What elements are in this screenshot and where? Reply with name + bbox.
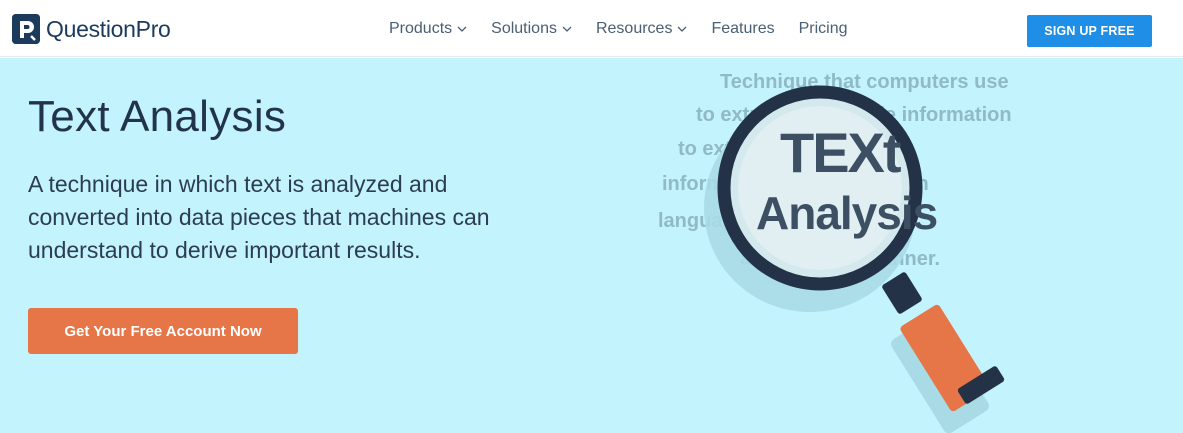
nav-item-label: Solutions	[491, 19, 557, 37]
nav-item-label: Resources	[595, 19, 673, 37]
top-navbar: QuestionPro Products Solutions Resources…	[0, 0, 1183, 57]
chevron-down-icon	[677, 26, 687, 32]
hero-description: A technique in which text is analyzed an…	[28, 171, 490, 263]
nav-item-label: Products	[389, 19, 453, 37]
nav-item-products[interactable]: Products	[389, 20, 467, 38]
nav-item-pricing[interactable]: Pricing	[799, 20, 848, 38]
brand-name: QuestionPro	[46, 15, 171, 42]
magnifying-glass-icon	[704, 85, 1005, 433]
chevron-down-icon	[562, 26, 572, 32]
nav-item-features[interactable]: Features	[711, 20, 774, 38]
nav-item-label: Features	[711, 19, 775, 37]
nav-item-solutions[interactable]: Solutions	[491, 20, 572, 38]
text-analysis-illustration: Technique that computers use to extract …	[640, 58, 1183, 433]
brand-logo[interactable]: QuestionPro	[12, 14, 171, 44]
hero-section: Text Analysis A technique in which text …	[0, 58, 1183, 433]
get-free-account-button[interactable]: Get Your Free Account Now	[28, 308, 298, 354]
chevron-down-icon	[457, 26, 467, 32]
magnified-word-text: TEXt	[780, 121, 902, 184]
questionpro-logo-icon	[12, 14, 40, 44]
sign-up-free-button[interactable]: SIGN UP FREE	[1027, 15, 1152, 47]
magnified-word-analysis: Analysis	[756, 187, 938, 239]
nav-item-resources[interactable]: Resources	[596, 20, 687, 38]
nav-item-label: Pricing	[798, 19, 848, 37]
main-nav: Products Solutions Resources Features Pr…	[389, 0, 872, 57]
page-title: Text Analysis	[28, 92, 287, 141]
